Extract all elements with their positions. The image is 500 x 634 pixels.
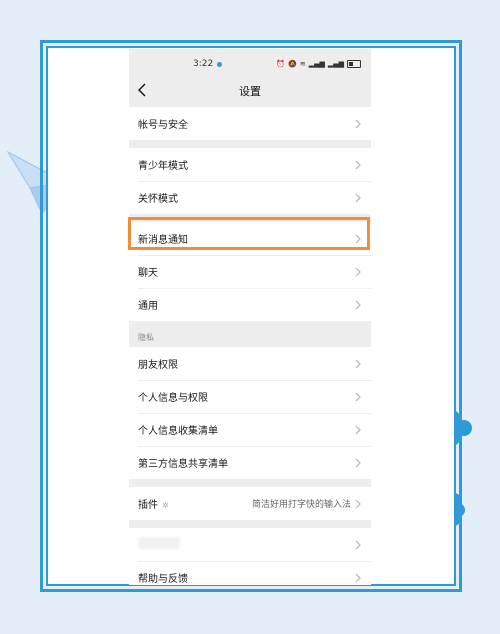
chevron-right-icon xyxy=(355,392,361,401)
privacy-section: 朋友权限 个人信息与权限 个人信息收集清单 第三方信息共享清单 xyxy=(129,347,371,479)
chevron-right-icon xyxy=(355,573,361,582)
settings-item-new-message-notification[interactable]: 新消息通知 xyxy=(129,222,371,255)
settings-item-plugins[interactable]: 插件 ✲ 简洁好用打字快的输入法 xyxy=(129,487,371,520)
signal-icon: ▂▄▆ xyxy=(308,60,325,68)
nav-bar: 设置 xyxy=(129,79,371,103)
plugins-label: 插件 xyxy=(138,500,158,511)
modes-section: 青少年模式 关怀模式 xyxy=(129,148,371,214)
signal-icon-2: ▂▄▆ xyxy=(327,60,344,68)
mute-icon: 🔕 xyxy=(288,60,297,68)
chevron-right-icon xyxy=(355,119,361,128)
settings-item-third-party-sharing-list[interactable]: 第三方信息共享清单 xyxy=(129,446,371,479)
chevron-right-icon xyxy=(355,425,361,434)
settings-item-personal-info-collection-list[interactable]: 个人信息收集清单 xyxy=(129,413,371,446)
status-time: 3:22 xyxy=(193,59,214,69)
blurred-label xyxy=(138,537,180,549)
plugins-value: 简洁好用打字快的输入法 xyxy=(251,500,351,510)
chevron-right-icon xyxy=(355,458,361,467)
system-icons: ⏰ 🔕 ≋ ▂▄▆ ▂▄▆ xyxy=(276,60,361,68)
chevron-right-icon xyxy=(355,234,361,243)
settings-item-general[interactable]: 通用 xyxy=(129,288,371,321)
battery-icon xyxy=(347,60,361,68)
settings-item-care-mode[interactable]: 关怀模式 xyxy=(129,181,371,214)
chevron-right-icon xyxy=(355,300,361,309)
general-section: 新消息通知 聊天 通用 xyxy=(129,222,371,321)
alarm-icon: ⏰ xyxy=(276,60,286,68)
wifi-icon: ≋ xyxy=(299,60,306,68)
sparkle-icon: ✲ xyxy=(162,501,169,510)
settings-item-account-security[interactable]: 帐号与安全 xyxy=(129,107,371,140)
plugins-section: 插件 ✲ 简洁好用打字快的输入法 xyxy=(129,487,371,520)
settings-item-blurred[interactable] xyxy=(129,528,371,561)
chevron-right-icon xyxy=(355,160,361,169)
more-section: 帮助与反馈 xyxy=(129,528,371,585)
back-button[interactable] xyxy=(137,83,153,99)
status-bar: 3:22 ⏰ 🔕 ≋ ▂▄▆ ▂▄▆ xyxy=(129,49,371,79)
settings-item-personal-info-permissions[interactable]: 个人信息与权限 xyxy=(129,380,371,413)
chevron-right-icon xyxy=(355,193,361,202)
chevron-right-icon xyxy=(355,499,361,508)
settings-item-chat[interactable]: 聊天 xyxy=(129,255,371,288)
chevron-right-icon xyxy=(355,540,361,549)
chevron-right-icon xyxy=(355,267,361,276)
chevron-left-icon xyxy=(138,83,146,97)
settings-item-friend-permissions[interactable]: 朋友权限 xyxy=(129,347,371,380)
page-title: 设置 xyxy=(239,85,261,98)
settings-item-teen-mode[interactable]: 青少年模式 xyxy=(129,148,371,181)
phone-screen: 3:22 ⏰ 🔕 ≋ ▂▄▆ ▂▄▆ 设置 帐号与安全 青少年模式 关怀模式 新… xyxy=(129,49,371,585)
privacy-section-header: 隐私 xyxy=(129,321,371,347)
account-section: 帐号与安全 xyxy=(129,107,371,140)
notification-dot-icon xyxy=(217,61,223,67)
settings-item-help-feedback[interactable]: 帮助与反馈 xyxy=(129,561,371,585)
chevron-right-icon xyxy=(355,359,361,368)
